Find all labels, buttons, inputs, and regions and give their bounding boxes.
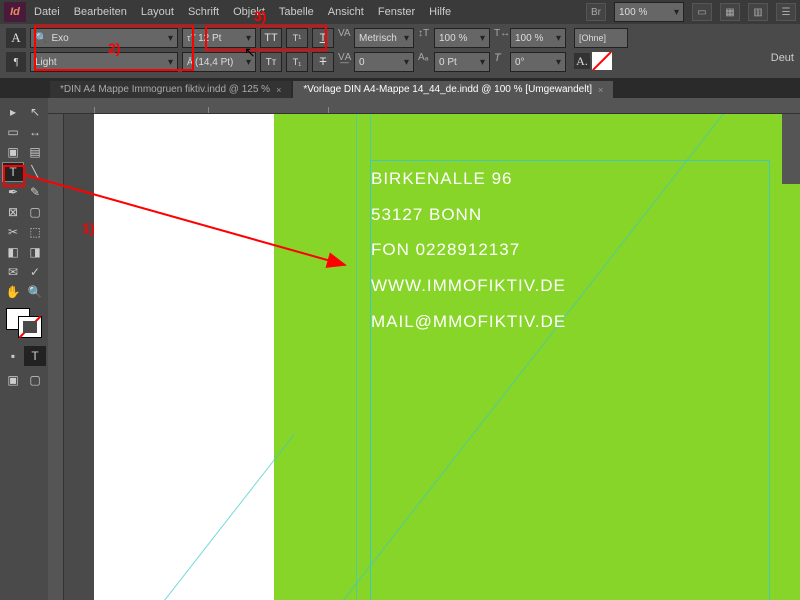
- annotation-label-1: 1): [82, 220, 94, 236]
- fill-stroke-swatch[interactable]: [6, 308, 42, 338]
- rectangle-frame-tool[interactable]: ⊠: [2, 202, 24, 222]
- address-line-2: 53127 BONN: [371, 197, 769, 233]
- document-canvas[interactable]: BIRKENALLE 96 53127 BONN FON 0228912137 …: [64, 114, 800, 600]
- font-weight-dropdown[interactable]: Light▾: [30, 52, 178, 72]
- menu-datei[interactable]: Datei: [34, 6, 60, 18]
- main-menu: Datei Bearbeiten Layout Schrift Objekt T…: [34, 6, 451, 18]
- gradient-feather-tool[interactable]: ◨: [24, 242, 46, 262]
- ruler-vertical: [48, 98, 64, 600]
- charstyle-dropdown[interactable]: [Ohne]: [574, 28, 628, 48]
- address-line-3: FON 0228912137: [371, 232, 769, 268]
- eyedropper-tool[interactable]: ✓: [24, 262, 46, 282]
- guide-vertical[interactable]: [356, 114, 357, 600]
- annotation-label-2: 2): [108, 40, 120, 56]
- baseline-dropdown[interactable]: 0 Pt▾: [434, 52, 490, 72]
- pen-tool[interactable]: ✒: [2, 182, 24, 202]
- content-placer-tool[interactable]: ▤: [24, 142, 46, 162]
- strikethrough-button[interactable]: T: [312, 52, 334, 72]
- kerning-dropdown[interactable]: Metrisch▾: [354, 28, 414, 48]
- arrange-icon[interactable]: ▥: [748, 3, 768, 21]
- ruler-horizontal: [48, 98, 800, 114]
- menu-schrift[interactable]: Schrift: [188, 6, 219, 18]
- menu-ansicht[interactable]: Ansicht: [328, 6, 364, 18]
- app-logo: Id: [4, 2, 26, 22]
- type-tool[interactable]: T: [2, 162, 24, 182]
- menu-bar: Id Datei Bearbeiten Layout Schrift Objek…: [0, 0, 800, 24]
- hscale-dropdown[interactable]: 100 %▾: [510, 28, 566, 48]
- all-caps-button[interactable]: TT: [260, 28, 282, 48]
- apply-color-button[interactable]: ▪: [2, 346, 24, 366]
- small-caps-button[interactable]: Tᴛ: [260, 52, 282, 72]
- hand-tool[interactable]: ✋: [2, 282, 24, 302]
- selection-tool[interactable]: ▸: [2, 102, 24, 122]
- direct-selection-tool[interactable]: ↖: [24, 102, 46, 122]
- note-tool[interactable]: ✉: [2, 262, 24, 282]
- text-frame[interactable]: BIRKENALLE 96 53127 BONN FON 0228912137 …: [370, 160, 770, 600]
- screen-mode-icon[interactable]: ▦: [720, 3, 740, 21]
- tracking-dropdown[interactable]: 0▾: [354, 52, 414, 72]
- mouse-cursor-icon: ↖: [244, 44, 256, 61]
- font-family-dropdown[interactable]: 🔍Exo▾: [30, 28, 178, 48]
- pencil-tool[interactable]: ✎: [24, 182, 46, 202]
- character-panel-icon[interactable]: A: [6, 28, 26, 48]
- menu-bearbeiten[interactable]: Bearbeiten: [74, 6, 127, 18]
- underline-button[interactable]: T: [312, 28, 334, 48]
- zoom-dropdown[interactable]: 100 %▾: [614, 2, 684, 22]
- close-icon[interactable]: ×: [276, 85, 281, 95]
- bridge-icon[interactable]: Br: [586, 3, 606, 21]
- tools-panel: ▸↖ ▭↔ ▣▤ T╲ ✒✎ ⊠▢ ✂⬚ ◧◨ ✉✓ ✋🔍 ▪T ▣▢: [0, 98, 48, 600]
- superscript-button[interactable]: T¹: [286, 28, 308, 48]
- workspace-icon[interactable]: ☰: [776, 3, 796, 21]
- view-mode-icon[interactable]: ▭: [692, 3, 712, 21]
- free-transform-tool[interactable]: ⬚: [24, 222, 46, 242]
- vscale-dropdown[interactable]: 100 %▾: [434, 28, 490, 48]
- annotation-label-3: 3): [254, 8, 266, 24]
- fill-color-icon[interactable]: A.: [574, 53, 590, 69]
- apply-text-button[interactable]: T: [24, 346, 46, 366]
- tab-doc-1[interactable]: *DIN A4 Mappe Immogruen fiktiv.indd @ 12…: [50, 81, 291, 98]
- panel-dock[interactable]: [782, 114, 800, 184]
- menu-hilfe[interactable]: Hilfe: [429, 6, 451, 18]
- view-preview-button[interactable]: ▢: [24, 370, 46, 390]
- scissors-tool[interactable]: ✂: [2, 222, 24, 242]
- document-tabs: *DIN A4 Mappe Immogruen fiktiv.indd @ 12…: [0, 78, 800, 98]
- address-line-4: WWW.IMMOFIKTIV.DE: [371, 268, 769, 304]
- menu-fenster[interactable]: Fenster: [378, 6, 415, 18]
- address-line-5: MAIL@MMOFIKTIV.DE: [371, 304, 769, 340]
- menu-tabelle[interactable]: Tabelle: [279, 6, 314, 18]
- gap-tool[interactable]: ↔: [24, 122, 46, 142]
- skew-dropdown[interactable]: 0°▾: [510, 52, 566, 72]
- tab-doc-2[interactable]: *Vorlage DIN A4-Mappe 14_44_de.indd @ 10…: [293, 81, 613, 98]
- rectangle-tool[interactable]: ▢: [24, 202, 46, 222]
- line-tool[interactable]: ╲: [24, 162, 46, 182]
- menu-layout[interactable]: Layout: [141, 6, 174, 18]
- page-blank: [94, 114, 274, 600]
- language-button[interactable]: Deut: [771, 52, 794, 64]
- fill-swatch[interactable]: [592, 52, 612, 70]
- gradient-swatch-tool[interactable]: ◧: [2, 242, 24, 262]
- view-normal-button[interactable]: ▣: [2, 370, 24, 390]
- paragraph-panel-icon[interactable]: ¶: [6, 52, 26, 72]
- close-icon[interactable]: ×: [598, 85, 603, 95]
- address-line-1: BIRKENALLE 96: [371, 161, 769, 197]
- content-collector-tool[interactable]: ▣: [2, 142, 24, 162]
- page-tool[interactable]: ▭: [2, 122, 24, 142]
- subscript-button[interactable]: T₁: [286, 52, 308, 72]
- zoom-tool[interactable]: 🔍: [24, 282, 46, 302]
